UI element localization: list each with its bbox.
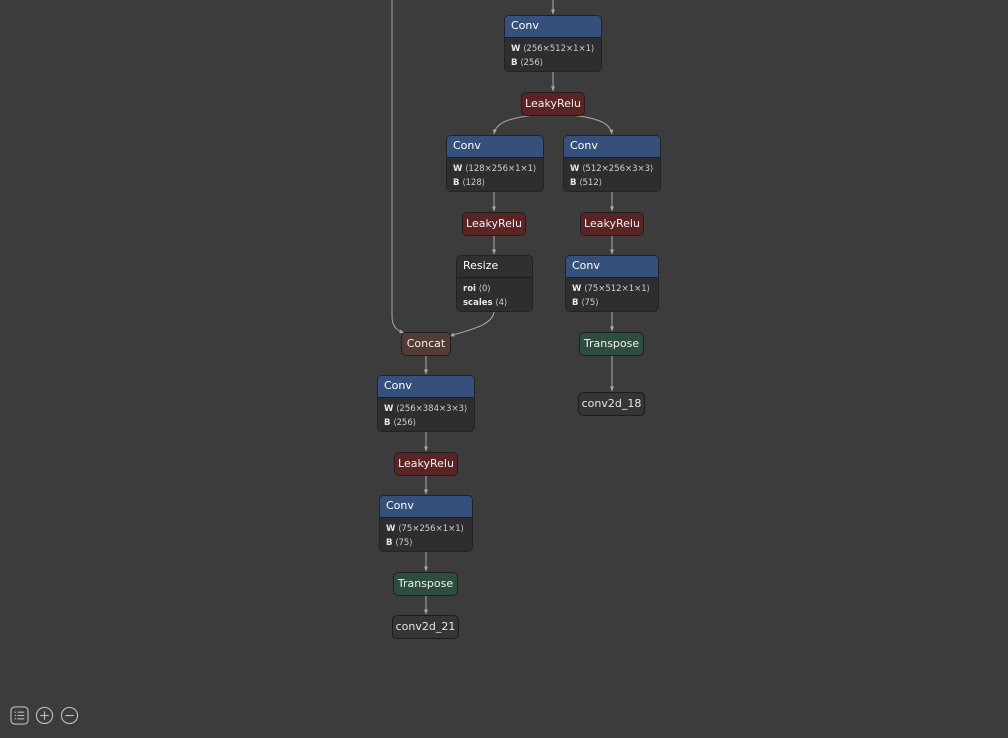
node-title: Conv <box>378 376 474 398</box>
transpose-node-left[interactable]: Transpose <box>393 572 458 596</box>
bias-shape: ⟨75⟩ <box>581 298 599 308</box>
bias-shape: ⟨512⟩ <box>579 178 603 188</box>
edge-skip-concat <box>391 0 405 334</box>
node-title: Conv <box>566 256 658 278</box>
bias-label: B <box>572 298 579 308</box>
list-icon[interactable] <box>10 706 29 725</box>
weight-shape: ⟨128×256×1×1⟩ <box>465 164 537 174</box>
transpose-node-right[interactable]: Transpose <box>579 332 644 356</box>
scales-label: scales <box>463 298 493 308</box>
node-title: Conv <box>380 496 472 518</box>
resize-node[interactable]: Resize roi ⟨0⟩ scales ⟨4⟩ <box>456 255 533 312</box>
concat-node[interactable]: Concat <box>401 332 451 356</box>
roi-value: ⟨0⟩ <box>478 284 491 294</box>
roi-label: roi <box>463 284 476 294</box>
conv-node-right-1[interactable]: Conv W ⟨512×256×3×3⟩ B ⟨512⟩ <box>563 135 661 192</box>
weight-label: W <box>570 164 580 174</box>
leakyrelu-node-left-2[interactable]: LeakyRelu <box>394 452 458 476</box>
bias-label: B <box>384 418 391 428</box>
conv-node-left-3[interactable]: Conv W ⟨75×256×1×1⟩ B ⟨75⟩ <box>379 495 473 552</box>
bias-label: B <box>386 538 393 548</box>
weight-label: W <box>384 404 394 414</box>
node-title: Conv <box>564 136 660 158</box>
leakyrelu-node-top[interactable]: LeakyRelu <box>521 92 585 116</box>
graph-edges <box>391 0 614 615</box>
weight-shape: ⟨75×256×1×1⟩ <box>398 524 464 534</box>
bias-label: B <box>570 178 577 188</box>
output-node-conv2d-21[interactable]: conv2d_21 <box>392 615 459 639</box>
bias-shape: ⟨75⟩ <box>395 538 413 548</box>
zoom-in-icon[interactable] <box>35 706 54 725</box>
weight-label: W <box>572 284 582 294</box>
weight-label: W <box>453 164 463 174</box>
weight-shape: ⟨256×384×3×3⟩ <box>396 404 468 414</box>
conv-node-right-2[interactable]: Conv W ⟨75×512×1×1⟩ B ⟨75⟩ <box>565 255 659 312</box>
bias-shape: ⟨128⟩ <box>462 178 486 188</box>
weight-shape: ⟨75×512×1×1⟩ <box>584 284 650 294</box>
node-title: Resize <box>457 256 532 278</box>
conv-node-top[interactable]: Conv W ⟨256×512×1×1⟩ B ⟨256⟩ <box>504 15 602 72</box>
bias-shape: ⟨256⟩ <box>520 58 544 68</box>
output-node-conv2d-18[interactable]: conv2d_18 <box>578 392 645 416</box>
node-title: Conv <box>505 16 601 38</box>
bias-label: B <box>511 58 518 68</box>
scales-value: ⟨4⟩ <box>495 298 508 308</box>
conv-node-left-1[interactable]: Conv W ⟨128×256×1×1⟩ B ⟨128⟩ <box>446 135 544 192</box>
weight-label: W <box>511 44 521 54</box>
weight-shape: ⟨256×512×1×1⟩ <box>523 44 595 54</box>
bias-shape: ⟨256⟩ <box>393 418 417 428</box>
zoom-out-icon[interactable] <box>60 706 79 725</box>
conv-node-left-2[interactable]: Conv W ⟨256×384×3×3⟩ B ⟨256⟩ <box>377 375 475 432</box>
edge-resize-concat <box>449 311 495 337</box>
weight-label: W <box>386 524 396 534</box>
edge-relu-conv-r1 <box>570 114 614 135</box>
bias-label: B <box>453 178 460 188</box>
zoom-toolbar <box>10 706 79 725</box>
edge-relu-conv-l1 <box>492 114 536 135</box>
weight-shape: ⟨512×256×3×3⟩ <box>582 164 654 174</box>
node-title: Conv <box>447 136 543 158</box>
leakyrelu-node-right-1[interactable]: LeakyRelu <box>580 212 644 236</box>
leakyrelu-node-left-1[interactable]: LeakyRelu <box>462 212 526 236</box>
